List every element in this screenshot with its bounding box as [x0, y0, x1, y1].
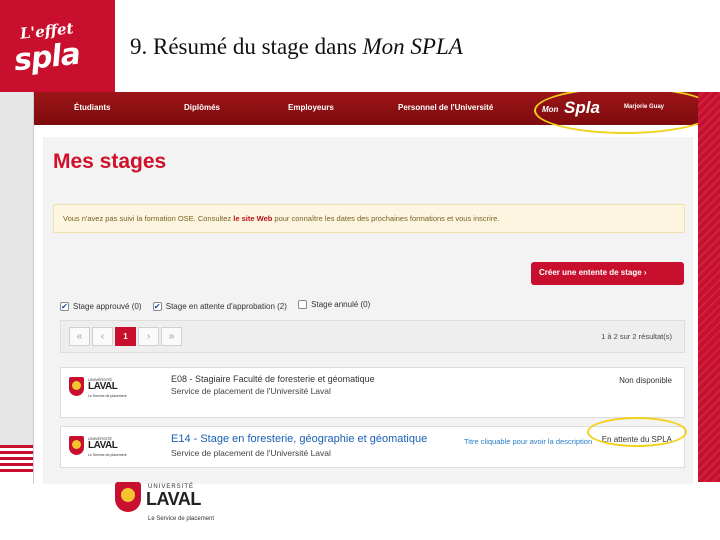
filter-pending[interactable]: ✔ Stage en attente d'approbation (2): [152, 302, 287, 311]
stage-subtitle: Service de placement de l'Université Lav…: [171, 448, 331, 458]
slide-title-main: 9. Résumé du stage dans: [130, 34, 363, 59]
univ-laval-logo: UNIVERSITÉ LAVAL Le Service de placement: [69, 375, 131, 409]
alert-site-link[interactable]: le site Web: [233, 214, 272, 223]
univ-logo-service: Le Service de placement: [88, 453, 127, 457]
slide-header: L'effet spla 9. Résumé du stage dans Mon…: [0, 0, 720, 92]
bottom-logo-service: Le Service de placement: [148, 516, 215, 522]
stage-filters: ✔ Stage approuvé (0) ✔ Stage en attente …: [60, 300, 379, 314]
ose-alert: Vous n'avez pas suivi la formation OSE. …: [53, 204, 685, 233]
highlight-circle-status: [587, 417, 687, 447]
page-first-button[interactable]: «: [69, 327, 90, 346]
create-agreement-button[interactable]: Créer une entente de stage ›: [531, 262, 684, 285]
stage-row: UNIVERSITÉ LAVAL Le Service de placement…: [60, 367, 685, 418]
left-stripe-decoration: [0, 445, 33, 475]
pagination: « ‹ 1 › »: [69, 327, 184, 346]
filter-pending-label: Stage en attente d'approbation (2): [165, 302, 287, 311]
alert-text-before: Vous n'avez pas suivi la formation OSE. …: [63, 214, 234, 223]
filter-cancelled[interactable]: Stage annulé (0): [298, 300, 370, 309]
mon-spla-screenshot: Étudiants Diplômés Employeurs Personnel …: [33, 92, 698, 484]
bottom-logo-big: LAVAL: [146, 489, 201, 509]
filter-cancelled-label: Stage annulé (0): [311, 300, 371, 309]
highlight-circle-nav: [534, 92, 698, 134]
pagination-bar: « ‹ 1 › » 1 à 2 sur 2 résultat(s): [60, 320, 685, 353]
checkbox-pending[interactable]: ✔: [152, 302, 162, 311]
page-last-button[interactable]: »: [161, 327, 182, 346]
univ-logo-service: Le Service de placement: [88, 394, 127, 398]
stage-title[interactable]: E08 - Stagiaire Faculté de foresterie et…: [171, 374, 375, 384]
filter-approved[interactable]: ✔ Stage approuvé (0): [60, 302, 142, 311]
univ-logo-big: LAVAL: [88, 381, 118, 392]
page-next-button[interactable]: ›: [138, 327, 159, 346]
page-title: Mes stages: [53, 150, 167, 173]
page-prev-button[interactable]: ‹: [92, 327, 113, 346]
results-count: 1 à 2 sur 2 résultat(s): [601, 332, 672, 341]
filter-approved-label: Stage approuvé (0): [73, 302, 142, 311]
checkbox-cancelled[interactable]: [298, 300, 308, 309]
nav-etudiants[interactable]: Étudiants: [74, 103, 110, 112]
nav-diplomes[interactable]: Diplômés: [184, 103, 220, 112]
left-grey-panel: [0, 92, 33, 445]
slide-title: 9. Résumé du stage dans Mon SPLA: [130, 34, 463, 60]
nav-employeurs[interactable]: Employeurs: [288, 103, 334, 112]
univ-laval-logo: UNIVERSITÉ LAVAL Le Service de placement: [69, 434, 131, 468]
stage-title-link[interactable]: E14 - Stage en foresterie, géographie et…: [171, 433, 427, 445]
laval-shield-icon: [69, 377, 84, 396]
checkbox-approved[interactable]: ✔: [60, 302, 69, 311]
logo-spla-text: spla: [12, 36, 82, 79]
stage-status: Non disponible: [619, 376, 672, 385]
stage-subtitle: Service de placement de l'Université Lav…: [171, 386, 331, 396]
laval-shield-icon: [115, 482, 141, 512]
stage-title-tip: Titre cliquable pour avoir la descriptio…: [464, 437, 593, 446]
alert-text-after: pour connaître les dates des prochaines …: [272, 214, 500, 223]
laval-shield-icon: [69, 436, 84, 455]
page-current-button[interactable]: 1: [115, 327, 136, 346]
univ-logo-big: LAVAL: [88, 440, 118, 451]
nav-personnel[interactable]: Personnel de l'Université: [398, 103, 493, 112]
brand-band: L'effet spla: [0, 0, 720, 92]
bottom-laval-logo: UNIVERSITÉ LAVAL Le Service de placement: [115, 482, 235, 528]
slide-title-italic: Mon SPLA: [362, 34, 463, 59]
